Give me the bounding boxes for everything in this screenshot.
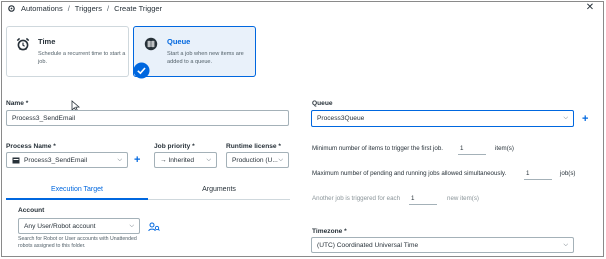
active-tab-indicator <box>6 198 148 200</box>
trigger-type-queue-description: Start a job when new items are added to … <box>167 51 244 65</box>
job-priority-select[interactable]: → Inherited ⌵ <box>154 152 217 168</box>
chevron-down-icon: ⌵ <box>563 241 568 248</box>
selected-check-icon <box>133 62 150 79</box>
process-icon <box>12 157 20 163</box>
breadcrumb: Automations / Triggers / Create Trigger <box>7 4 162 13</box>
process-name-select[interactable]: Process3_SendEmail ⌵ <box>6 152 128 168</box>
queue-value: Process3Queue <box>317 115 365 122</box>
chevron-down-icon: ⌵ <box>563 115 568 121</box>
gear-icon <box>8 5 15 12</box>
user-search-icon[interactable] <box>148 222 160 232</box>
process-name-value: Process3_SendEmail <box>24 156 88 164</box>
timezone-value: (UTC) Coordinated Universal Time <box>317 241 419 249</box>
trigger-type-queue-title: Queue <box>167 37 191 46</box>
name-input[interactable]: Process3_SendEmail <box>6 110 289 126</box>
add-process-icon[interactable]: + <box>134 155 140 166</box>
account-value: Any User/Robot account <box>24 222 96 230</box>
queue-label: Queue <box>312 100 333 107</box>
trigger-type-time-description: Schedule a recurrent time to start a job… <box>38 51 126 65</box>
queue-icon <box>144 37 158 51</box>
queue-select[interactable]: Process3Queue ⌵ <box>311 110 574 127</box>
another-job-input[interactable]: 1 <box>409 194 437 205</box>
job-priority-label: Job priority * <box>154 143 195 150</box>
job-priority-value: → Inherited <box>160 156 195 164</box>
name-label: Name * <box>6 100 29 107</box>
breadcrumb-automations[interactable]: Automations <box>21 4 63 13</box>
min-items-suffix: item(s) <box>495 145 514 152</box>
max-jobs-input[interactable]: 1 <box>524 169 552 180</box>
trigger-type-time-title: Time <box>38 37 56 46</box>
another-job-text: Another job is triggered for each <box>312 195 401 202</box>
alarm-clock-icon <box>16 37 30 51</box>
max-jobs-text: Maximum number of pending and running jo… <box>312 170 507 177</box>
name-input-value: Process3_SendEmail <box>12 114 76 122</box>
close-icon[interactable]: ✕ <box>584 2 596 14</box>
max-jobs-suffix: job(s) <box>560 170 576 177</box>
trigger-type-time-card[interactable]: Time Schedule a recurrent time to start … <box>6 26 129 77</box>
runtime-license-select[interactable]: Production (U... ⌵ <box>226 152 289 168</box>
trigger-type-queue-card[interactable]: Queue Start a job when new items are add… <box>133 26 256 79</box>
process-name-label: Process Name * <box>6 143 56 150</box>
timezone-label: Timezone * <box>312 228 347 235</box>
breadcrumb-separator: / <box>107 4 110 13</box>
chevron-down-icon: ⌵ <box>117 156 122 163</box>
another-job-suffix: new item(s) <box>447 195 479 202</box>
min-items-input[interactable]: 1 <box>458 144 486 155</box>
account-label: Account <box>18 207 45 214</box>
chevron-down-icon: ⌵ <box>278 156 283 163</box>
runtime-license-label: Runtime license * <box>226 143 281 150</box>
chevron-down-icon: ⌵ <box>206 156 211 163</box>
tab-execution-target[interactable]: Execution Target <box>6 186 148 193</box>
tab-arguments[interactable]: Arguments <box>148 186 290 193</box>
breadcrumb-triggers[interactable]: Triggers <box>75 4 102 13</box>
timezone-select[interactable]: (UTC) Coordinated Universal Time ⌵ <box>311 237 574 253</box>
chevron-down-icon: ⌵ <box>129 222 134 229</box>
add-queue-icon[interactable]: + <box>582 114 588 125</box>
breadcrumb-create-trigger: Create Trigger <box>114 4 163 13</box>
account-hint: Search for Robot or User accounts with U… <box>18 236 137 249</box>
min-items-text: Minimum number of items to trigger the f… <box>312 145 444 152</box>
runtime-license-value: Production (U... <box>232 156 278 164</box>
account-select[interactable]: Any User/Robot account ⌵ <box>18 218 140 234</box>
breadcrumb-separator: / <box>67 4 70 13</box>
